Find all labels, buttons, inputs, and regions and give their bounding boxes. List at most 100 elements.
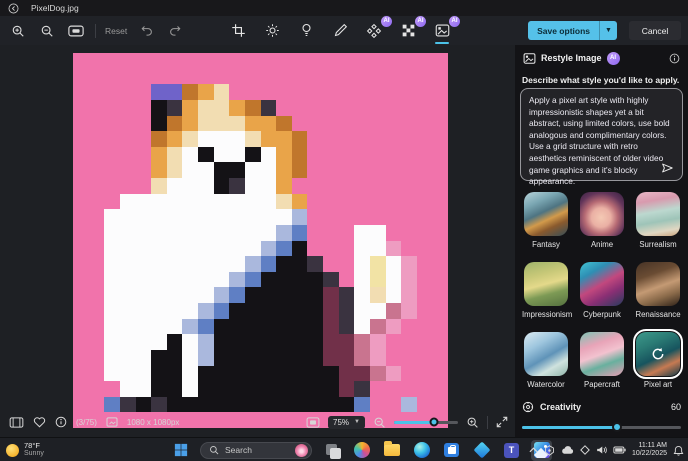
editing-canvas: (3/75) 1080 x 1080px 75% ▼: [0, 45, 515, 437]
style-card-renaissance[interactable]: Renaissance: [634, 262, 682, 319]
fit-to-window-icon[interactable]: [306, 417, 320, 428]
style-thumbnail[interactable]: [636, 262, 680, 306]
info-icon[interactable]: [55, 416, 67, 428]
gem-icon: [473, 442, 490, 459]
style-card-surrealism[interactable]: Surrealism: [634, 192, 682, 249]
undo-icon[interactable]: [136, 21, 156, 41]
image-dimensions: 1080 x 1080px: [127, 418, 180, 427]
crop-tool-icon[interactable]: [228, 21, 248, 41]
style-thumbnail[interactable]: [524, 332, 568, 376]
style-card-impressionism[interactable]: Impressionism: [522, 262, 570, 319]
style-thumbnail-selected[interactable]: [636, 332, 680, 376]
style-thumbnail[interactable]: [580, 332, 624, 376]
microsoft-store-button[interactable]: [441, 440, 462, 461]
task-view-button[interactable]: [321, 440, 342, 461]
back-icon[interactable]: [8, 3, 19, 14]
photo-status-bar: (3/75) 1080 x 1080px: [9, 414, 179, 430]
favorite-icon[interactable]: [33, 416, 46, 428]
save-options-dropdown[interactable]: ▼: [600, 21, 617, 40]
windows-logo-icon: [174, 443, 188, 457]
security-hexagon-icon[interactable]: [544, 445, 555, 456]
erase-tool-icon[interactable]: AI: [364, 21, 384, 41]
onedrive-cloud-icon[interactable]: [561, 446, 574, 455]
panel-info-icon[interactable]: [669, 53, 680, 64]
reset-button[interactable]: Reset: [105, 26, 127, 36]
style-thumbnail[interactable]: [524, 262, 568, 306]
style-card-fantasy[interactable]: Fantasy: [522, 192, 570, 249]
ai-badge: AI: [380, 15, 393, 28]
style-card-watercolor[interactable]: Watercolor: [522, 332, 570, 389]
title-bar: PixelDog.jpg: [0, 0, 688, 16]
ai-badge: AI: [607, 52, 620, 65]
regenerate-icon[interactable]: [650, 346, 666, 362]
prompt-text: Apply a pixel art style with highly impr…: [529, 95, 674, 188]
file-name: PixelDog.jpg: [31, 3, 79, 13]
taskbar-search[interactable]: Search: [200, 442, 312, 459]
file-explorer-button[interactable]: [381, 440, 402, 461]
copilot-button[interactable]: [351, 440, 372, 461]
zoom-out-magnifier-icon[interactable]: [373, 416, 386, 429]
copilot-icon: [354, 442, 370, 458]
start-button[interactable]: [170, 440, 191, 461]
edge-button[interactable]: [411, 440, 432, 461]
taskbar-clock[interactable]: 11:11 AM 10/22/2025: [632, 442, 667, 458]
zoom-controls: 75% ▼: [306, 414, 508, 430]
weather-widget[interactable]: 78°FSunny: [6, 438, 44, 461]
save-options-button[interactable]: Save options ▼: [528, 21, 617, 40]
search-placeholder: Search: [225, 445, 289, 455]
fullscreen-icon[interactable]: [496, 416, 508, 428]
battery-icon[interactable]: [613, 446, 626, 454]
style-thumbnail[interactable]: [524, 192, 568, 236]
cancel-button[interactable]: Cancel: [629, 21, 681, 40]
notifications-bell-icon[interactable]: [673, 445, 684, 456]
filter-tool-icon[interactable]: [296, 21, 316, 41]
tray-chevron-up-icon[interactable]: [529, 447, 538, 453]
sun-weather-icon: [6, 444, 19, 457]
dev-app-button[interactable]: [471, 440, 492, 461]
style-card-cyberpunk[interactable]: Cyberpunk: [578, 262, 626, 319]
filmstrip-icon[interactable]: [9, 417, 24, 428]
restyle-panel-header: Restyle Image AI: [515, 48, 688, 68]
restyle-panel: Restyle Image AI Describe what style you…: [515, 45, 688, 437]
send-icon[interactable]: [661, 162, 674, 174]
zoom-fit-icon[interactable]: [66, 21, 86, 41]
style-thumbnail[interactable]: [636, 192, 680, 236]
pixel-dog-image[interactable]: [73, 53, 448, 428]
adjust-tool-icon[interactable]: [262, 21, 282, 41]
style-thumbnail[interactable]: [580, 192, 624, 236]
zoom-out-icon[interactable]: [37, 21, 57, 41]
weather-condition: Sunny: [24, 450, 44, 458]
style-card-pixel-art[interactable]: Pixel art: [634, 332, 682, 389]
markup-tool-icon[interactable]: [330, 21, 350, 41]
editor-toolbar: Reset AI AI AI Save options ▼ Cancel: [0, 16, 688, 45]
redo-icon[interactable]: [165, 21, 185, 41]
zoom-in-icon[interactable]: [8, 21, 28, 41]
style-card-papercraft[interactable]: Papercraft: [578, 332, 626, 389]
style-thumbnail[interactable]: [580, 262, 624, 306]
creativity-slider-thumb[interactable]: [612, 422, 622, 432]
style-prompt-input[interactable]: Apply a pixel art style with highly impr…: [520, 88, 683, 181]
zoom-level-value: 75%: [333, 418, 349, 427]
divider: [487, 416, 488, 429]
teams-button[interactable]: T: [501, 440, 522, 461]
ai-badge: AI: [414, 15, 427, 28]
volume-icon[interactable]: [596, 445, 607, 455]
zoom-in-magnifier-icon[interactable]: [466, 416, 479, 429]
microsoft-store-icon: [444, 443, 459, 457]
edge-icon: [414, 442, 430, 458]
zoom-slider[interactable]: [394, 421, 458, 424]
style-card-anime[interactable]: Anime: [578, 192, 626, 249]
creativity-slider[interactable]: [522, 422, 681, 432]
diamond-tray-icon[interactable]: [580, 445, 590, 455]
zoom-level-dropdown[interactable]: 75% ▼: [328, 416, 365, 429]
zoom-slider-thumb[interactable]: [429, 418, 438, 427]
search-icon: [209, 445, 219, 455]
background-tool-icon[interactable]: AI: [398, 21, 418, 41]
clock-time: 11:11 AM: [632, 442, 667, 450]
restyle-tool-icon[interactable]: AI: [432, 21, 452, 41]
clock-date: 10/22/2025: [632, 450, 667, 458]
search-highlight-image[interactable]: [295, 444, 308, 457]
system-tray: 11:11 AM 10/22/2025: [529, 438, 684, 461]
panel-title: Restyle Image: [541, 53, 602, 63]
describe-label: Describe what style you'd like to apply.: [522, 75, 679, 85]
